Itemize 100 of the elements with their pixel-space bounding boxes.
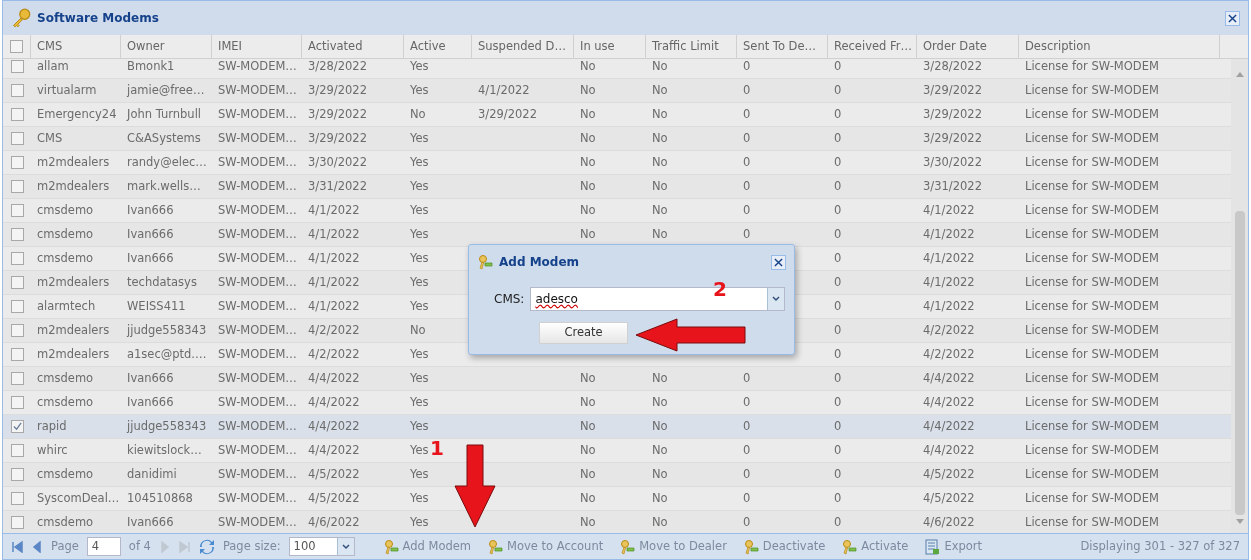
checkbox[interactable] bbox=[10, 324, 24, 337]
column-header[interactable]: Owner bbox=[121, 35, 212, 58]
table-cell-text: License for SW-MODEM bbox=[1025, 273, 1159, 291]
table-cell-text: 0 bbox=[834, 177, 842, 195]
toolbar-button[interactable]: Deactivate bbox=[738, 537, 830, 556]
column-header[interactable]: Order Date bbox=[917, 35, 1019, 58]
table-cell-text: SW-MODEM… bbox=[218, 345, 297, 363]
checkbox[interactable] bbox=[10, 108, 24, 121]
table-cell-text: 0 bbox=[834, 249, 842, 267]
toolbar-button[interactable]: Activate bbox=[837, 537, 913, 556]
checkbox[interactable] bbox=[10, 420, 24, 433]
table-cell-text: allam bbox=[37, 59, 69, 75]
checkbox[interactable] bbox=[10, 468, 24, 481]
table-row[interactable]: allam Bmonk1 SW-MODEM… 3/28/2022 Yes No No 0 0 3/28/2022 License for SW-MODEM bbox=[3, 59, 1231, 79]
dropdown-button[interactable] bbox=[336, 538, 354, 555]
column-header[interactable]: Description bbox=[1019, 35, 1220, 58]
table-cell-text: SW-MODEM… bbox=[218, 321, 297, 339]
checkbox[interactable] bbox=[10, 40, 23, 53]
table-cell-text: 4/1/2022 bbox=[923, 225, 975, 243]
column-header[interactable]: CMS bbox=[31, 35, 121, 58]
close-button[interactable] bbox=[771, 254, 786, 270]
create-button[interactable]: Create bbox=[539, 322, 628, 344]
table-cell-text: License for SW-MODEM bbox=[1025, 201, 1159, 219]
table-cell-text: No bbox=[652, 201, 668, 219]
scrollbar[interactable] bbox=[1231, 59, 1248, 533]
table-cell-text: virtualarm bbox=[37, 81, 97, 99]
table-row[interactable]: rapid jjudge558343 SW-MODEM… 4/4/2022 Yes No No 0 0 4/4/2022 License for SW-MODEM bbox=[3, 415, 1231, 439]
column-header[interactable]: IMEI bbox=[212, 35, 302, 58]
keys-icon bbox=[841, 538, 858, 555]
checkbox[interactable] bbox=[10, 516, 24, 529]
column-header[interactable]: Activated bbox=[302, 35, 404, 58]
table-cell-text: 0 bbox=[834, 105, 842, 123]
toolbar-button[interactable]: Add Modem bbox=[378, 537, 476, 556]
table-cell-text: 0 bbox=[743, 81, 751, 99]
spreadsheet-icon bbox=[924, 538, 941, 555]
table-cell-text: Ivan666 bbox=[127, 249, 174, 267]
table-cell-text: SW-MODEM… bbox=[218, 273, 297, 291]
table-cell-text: License for SW-MODEM bbox=[1025, 129, 1159, 147]
table-cell-text: cmsdemo bbox=[37, 393, 94, 411]
dropdown-button[interactable] bbox=[767, 288, 785, 310]
table-cell-text: jjudge558343 bbox=[127, 417, 207, 435]
table-cell-text: John Turnbull bbox=[127, 105, 202, 123]
table-cell-text: No bbox=[652, 153, 668, 171]
checkbox[interactable] bbox=[10, 180, 24, 193]
previous-page-icon[interactable] bbox=[31, 540, 43, 553]
checkbox[interactable] bbox=[10, 348, 24, 361]
checkbox[interactable] bbox=[10, 444, 24, 457]
table-cell-text: 0 bbox=[834, 81, 842, 99]
table-cell-text: rapid bbox=[37, 417, 67, 435]
checkbox[interactable] bbox=[10, 132, 24, 145]
checkbox[interactable] bbox=[10, 204, 24, 217]
first-page-icon[interactable] bbox=[11, 540, 23, 553]
close-button[interactable] bbox=[1225, 10, 1240, 26]
page-field[interactable]: 4 bbox=[86, 537, 121, 556]
table-cell-text: 3/29/2022 bbox=[308, 105, 367, 123]
toolbar-button[interactable]: Export bbox=[920, 537, 987, 556]
checkbox[interactable] bbox=[10, 492, 24, 505]
table-cell-text: 4/2/2022 bbox=[308, 321, 360, 339]
checkbox[interactable] bbox=[10, 396, 24, 409]
table-cell-text: Ivan666 bbox=[127, 201, 174, 219]
column-header[interactable]: Sent To De… bbox=[737, 35, 828, 58]
checkbox[interactable] bbox=[10, 228, 24, 241]
toolbar-button[interactable]: Move to Account bbox=[483, 537, 608, 556]
table-cell-text: 4/6/2022 bbox=[923, 513, 975, 531]
key-icon bbox=[11, 8, 31, 28]
table-cell-text: whirc bbox=[37, 441, 68, 459]
table-cell-text: 0 bbox=[834, 417, 842, 435]
checkbox[interactable] bbox=[10, 372, 24, 385]
table-cell-text: Yes bbox=[410, 225, 429, 243]
column-header[interactable]: Suspended D… bbox=[472, 35, 574, 58]
checkbox[interactable] bbox=[10, 276, 24, 289]
table-cell-text: 4/1/2022 bbox=[923, 297, 975, 315]
checkbox[interactable] bbox=[10, 252, 24, 265]
checkbox[interactable] bbox=[10, 60, 24, 73]
table-cell-text: 0 bbox=[743, 225, 751, 243]
scroll-up-icon[interactable] bbox=[1235, 71, 1244, 77]
column-header[interactable]: Traffic Limit bbox=[646, 35, 737, 58]
checkbox[interactable] bbox=[10, 156, 24, 169]
table-cell-text: No bbox=[580, 489, 596, 507]
table-cell-text: License for SW-MODEM bbox=[1025, 513, 1159, 531]
keys-icon bbox=[742, 538, 759, 555]
column-header[interactable]: In use bbox=[574, 35, 646, 58]
toolbar-button[interactable]: Move to Dealer bbox=[615, 537, 731, 556]
refresh-icon[interactable] bbox=[198, 538, 215, 555]
column-header[interactable]: Received Fr… bbox=[828, 35, 917, 58]
table-cell-text: cmsdemo bbox=[37, 249, 94, 267]
scroll-down-icon[interactable] bbox=[1235, 519, 1244, 525]
page-size-select[interactable]: 100 bbox=[288, 537, 355, 556]
table-cell-text: License for SW-MODEM bbox=[1025, 489, 1159, 507]
column-header[interactable]: Active bbox=[404, 35, 472, 58]
table-cell-text: SW-MODEM… bbox=[218, 489, 297, 507]
checkbox[interactable] bbox=[10, 84, 24, 97]
table-cell-text: 4/1/2022 bbox=[923, 201, 975, 219]
table-cell-text: License for SW-MODEM bbox=[1025, 441, 1159, 459]
table-cell-text: 0 bbox=[834, 273, 842, 291]
table-cell-text: Yes bbox=[410, 201, 429, 219]
checkbox[interactable] bbox=[10, 300, 24, 313]
table-cell-text: License for SW-MODEM bbox=[1025, 177, 1159, 195]
table-cell-text: Ivan666 bbox=[127, 393, 174, 411]
keys-icon bbox=[619, 538, 636, 555]
